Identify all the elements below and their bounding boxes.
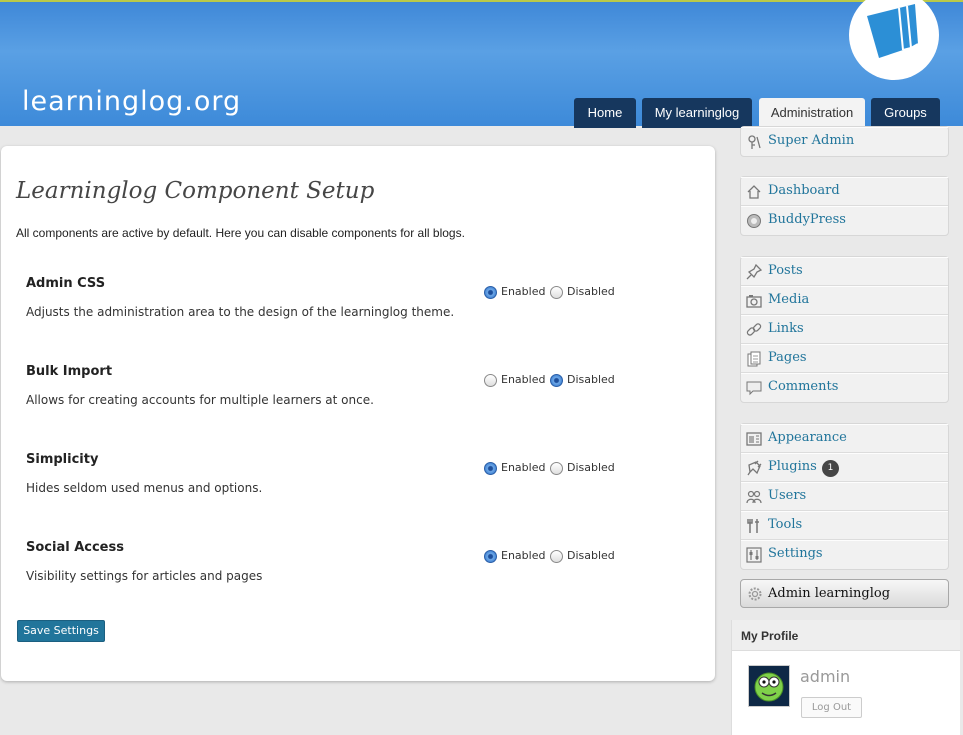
sidebar-item-label: Comments [768, 379, 839, 394]
sidebar-item-label: BuddyPress [768, 212, 846, 227]
plugin-update-count-badge: 1 [822, 460, 839, 477]
sidebar-item-label: Posts [768, 263, 803, 278]
appearance-icon [746, 432, 762, 446]
link-icon [746, 323, 762, 336]
pin-icon [746, 264, 762, 280]
sidebar-item-users[interactable]: Users [741, 482, 948, 511]
component-description: Visibility settings for articles and pag… [26, 569, 263, 583]
component-description: Allows for creating accounts for multipl… [26, 393, 374, 407]
enabled-label: Enabled [501, 461, 546, 474]
component-bulk-import: Bulk Import Allows for creating accounts… [26, 364, 666, 424]
sidebar-item-label: Settings [768, 546, 823, 561]
sidebar-item-posts[interactable]: Posts [741, 257, 948, 286]
component-simplicity: Simplicity Hides seldom used menus and o… [26, 452, 666, 512]
settings-icon [746, 547, 762, 563]
sidebar-item-plugins[interactable]: Plugins 1 [741, 453, 948, 482]
sidebar-item-label: Pages [768, 350, 807, 365]
sidebar-item-links[interactable]: Links [741, 315, 948, 344]
component-title: Social Access [26, 540, 124, 555]
sidebar-item-super-admin[interactable]: Super Admin [741, 127, 948, 156]
admin-button-label: Admin learninglog [768, 586, 891, 601]
enabled-label: Enabled [501, 549, 546, 562]
plug-icon [747, 460, 762, 476]
component-title: Bulk Import [26, 364, 113, 379]
camera-icon [746, 295, 762, 308]
sidebar-item-label: Links [768, 321, 804, 336]
sidebar-item-label: Users [768, 488, 807, 503]
tab-administration[interactable]: Administration [759, 98, 865, 128]
sidebar-item-pages[interactable]: Pages [741, 344, 948, 373]
menu-group-admin: Appearance Plugins 1 Users Tools Setting… [740, 423, 949, 570]
tab-my-learninglog[interactable]: My learninglog [642, 98, 752, 128]
super-admin-icon [748, 135, 761, 149]
pages-icon [747, 351, 761, 367]
site-header: learninglog.org Home My learninglog Admi… [0, 0, 963, 128]
sidebar-item-label: Appearance [768, 430, 847, 445]
enabled-label: Enabled [501, 285, 546, 298]
component-description: Hides seldom used menus and options. [26, 481, 263, 495]
component-title: Admin CSS [26, 276, 106, 291]
component-title: Simplicity [26, 452, 99, 467]
tab-groups[interactable]: Groups [871, 98, 940, 128]
tools-icon [747, 519, 759, 533]
radio-dot[interactable] [484, 286, 497, 299]
menu-group-content: Posts Media Links Pages Comments [740, 256, 949, 403]
page-title: Learninglog Component Setup [16, 178, 375, 204]
sidebar-item-settings[interactable]: Settings [741, 540, 948, 569]
component-social-access: Social Access Visibility settings for ar… [26, 540, 666, 600]
component-description: Adjusts the administration area to the d… [26, 305, 455, 319]
book-logo-icon [867, 4, 919, 58]
save-settings-button[interactable]: Save Settings [17, 620, 105, 642]
sidebar-item-label: Plugins [768, 459, 817, 474]
sidebar-item-comments[interactable]: Comments [741, 373, 948, 402]
disabled-label: Disabled [567, 549, 615, 562]
comment-icon [746, 381, 762, 396]
radio-dot[interactable] [550, 374, 563, 387]
radio-dot[interactable] [550, 462, 563, 475]
tab-home[interactable]: Home [574, 98, 636, 128]
component-admin-css: Admin CSS Adjusts the administration are… [26, 276, 666, 336]
home-icon [747, 185, 761, 199]
sidebar-item-label: Dashboard [768, 183, 840, 198]
sidebar-item-tools[interactable]: Tools [741, 511, 948, 540]
buddypress-icon [747, 214, 761, 228]
avatar[interactable] [748, 665, 790, 707]
disabled-label: Disabled [567, 373, 615, 386]
sidebar-item-label: Media [768, 292, 810, 307]
profile-header: My Profile [732, 620, 961, 651]
sidebar-item-label: Tools [768, 517, 803, 532]
site-logo[interactable] [849, 0, 939, 80]
log-out-button[interactable]: Log Out [801, 697, 862, 718]
disabled-label: Disabled [567, 285, 615, 298]
radio-dot[interactable] [550, 286, 563, 299]
main-panel: Learninglog Component Setup All componen… [1, 146, 715, 681]
menu-group-dashboard: Dashboard BuddyPress [740, 176, 949, 236]
sidebar-item-label: Super Admin [768, 133, 855, 148]
sidebar-item-media[interactable]: Media [741, 286, 948, 315]
enabled-label: Enabled [501, 373, 546, 386]
gear-icon [748, 587, 762, 601]
radio-dot[interactable] [484, 374, 497, 387]
profile-widget: My Profile admin Log Out [731, 620, 961, 735]
disabled-label: Disabled [567, 461, 615, 474]
menu-group-super-admin: Super Admin [740, 126, 949, 157]
profile-username[interactable]: admin [800, 667, 850, 686]
sidebar-item-appearance[interactable]: Appearance [741, 424, 948, 453]
users-icon [746, 490, 762, 504]
radio-dot[interactable] [484, 550, 497, 563]
radio-dot[interactable] [484, 462, 497, 475]
radio-dot[interactable] [550, 550, 563, 563]
site-logo-text[interactable]: learninglog.org [22, 86, 241, 117]
sidebar-item-buddypress[interactable]: BuddyPress [741, 206, 948, 235]
sidebar-item-dashboard[interactable]: Dashboard [741, 177, 948, 206]
avatar-face-icon [754, 672, 784, 702]
profile-heading: My Profile [741, 629, 799, 643]
admin-learninglog-button[interactable]: Admin learninglog [740, 579, 949, 608]
intro-text: All components are active by default. He… [16, 226, 465, 240]
